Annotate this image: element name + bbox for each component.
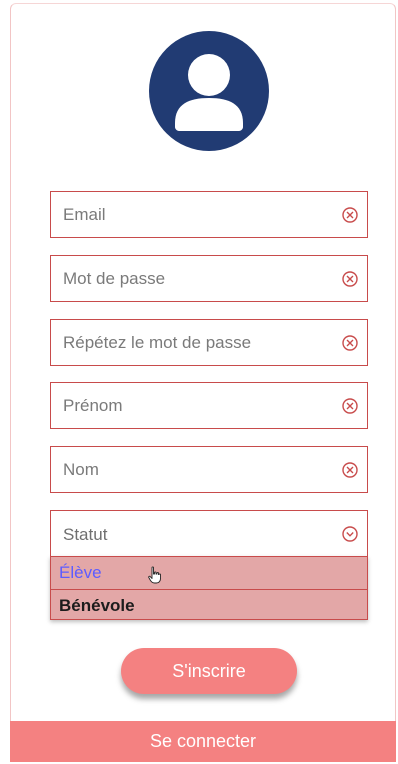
signup-button[interactable]: S'inscrire — [121, 648, 297, 694]
last-name-field — [50, 446, 368, 493]
clear-password-confirm-icon[interactable] — [341, 334, 359, 352]
status-option-benevole[interactable]: Bénévole — [51, 589, 367, 620]
chevron-down-icon[interactable] — [341, 525, 359, 543]
hand-pointer-icon — [148, 566, 161, 584]
login-button[interactable]: Se connecter — [10, 721, 396, 762]
clear-last-name-icon[interactable] — [341, 461, 359, 479]
clear-email-icon[interactable] — [341, 206, 359, 224]
password-confirm-input[interactable] — [51, 320, 321, 365]
password-confirm-field — [50, 319, 368, 366]
first-name-field — [50, 382, 368, 429]
password-input[interactable] — [51, 256, 321, 301]
status-dropdown-menu: Élève Bénévole — [50, 556, 368, 620]
status-select[interactable]: Statut — [50, 510, 368, 557]
last-name-input[interactable] — [51, 447, 321, 492]
user-avatar-icon — [149, 31, 269, 151]
email-field — [50, 191, 368, 238]
email-input[interactable] — [51, 192, 321, 237]
password-field — [50, 255, 368, 302]
first-name-input[interactable] — [51, 383, 321, 428]
clear-password-icon[interactable] — [341, 270, 359, 288]
status-option-eleve[interactable]: Élève — [51, 557, 367, 588]
clear-first-name-icon[interactable] — [341, 397, 359, 415]
status-select-label: Statut — [63, 525, 108, 544]
